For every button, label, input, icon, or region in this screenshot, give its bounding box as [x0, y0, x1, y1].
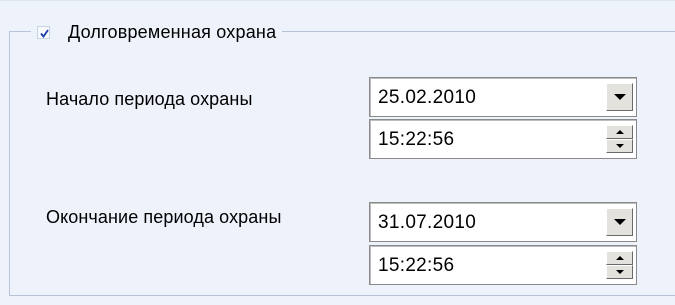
- start-time-field[interactable]: 15:22:56: [369, 119, 637, 159]
- end-time-spinner[interactable]: [606, 251, 633, 279]
- end-time-down-button[interactable]: [606, 265, 633, 279]
- check-icon: [40, 28, 49, 38]
- long-term-guard-checkbox[interactable]: [37, 25, 50, 39]
- end-time-up-button[interactable]: [606, 251, 633, 265]
- groupbox-legend: Долговременная охрана: [31, 19, 283, 45]
- start-period-label: Начало периода охраны: [46, 89, 253, 109]
- spin-down-icon: [615, 144, 624, 148]
- spin-up-icon: [615, 130, 624, 134]
- dropdown-arrow-icon: [613, 93, 626, 100]
- start-time-value: 15:22:56: [378, 129, 455, 150]
- start-time-down-button[interactable]: [606, 139, 633, 153]
- end-date-picker[interactable]: 31.07.2010: [369, 202, 637, 242]
- groupbox-title: Долговременная охрана: [68, 21, 277, 42]
- start-date-picker[interactable]: 25.02.2010: [369, 77, 637, 117]
- start-time-up-button[interactable]: [606, 125, 633, 139]
- spin-up-icon: [615, 256, 624, 260]
- spin-down-icon: [615, 270, 624, 274]
- dropdown-arrow-icon: [613, 218, 626, 225]
- settings-panel: Долговременная охрана Начало периода охр…: [0, 0, 675, 305]
- end-date-value: 31.07.2010: [378, 212, 477, 233]
- start-date-dropdown-button[interactable]: [606, 83, 633, 111]
- end-date-dropdown-button[interactable]: [606, 208, 633, 236]
- end-time-value: 15:22:56: [378, 255, 455, 276]
- start-time-spinner[interactable]: [606, 125, 633, 153]
- end-period-label: Окончание периода охраны: [46, 207, 282, 227]
- start-date-value: 25.02.2010: [378, 87, 477, 108]
- end-time-field[interactable]: 15:22:56: [369, 245, 637, 285]
